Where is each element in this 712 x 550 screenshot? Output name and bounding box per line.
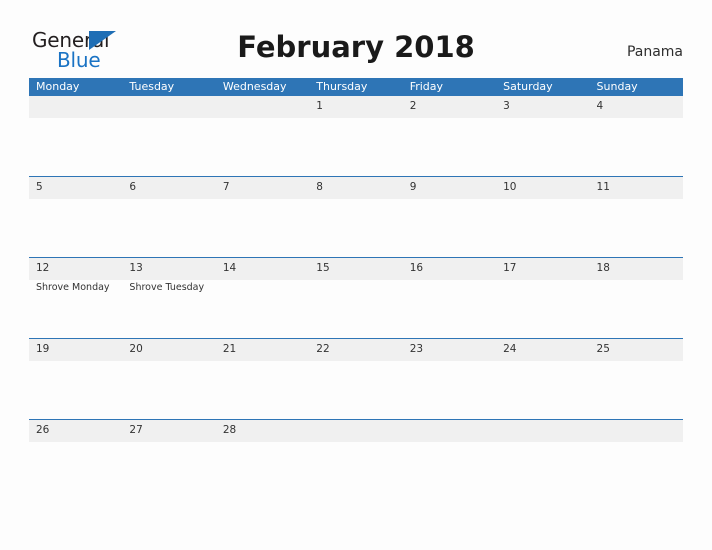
day-cell[interactable]: 4	[589, 96, 683, 176]
calendar-page: General Blue February 2018 Panama Monday…	[0, 0, 712, 550]
day-number: 10	[503, 181, 517, 193]
day-band	[309, 420, 403, 442]
page-title: February 2018	[237, 30, 475, 64]
day-number: 9	[409, 181, 417, 193]
day-band	[496, 420, 590, 442]
country-label: Panama	[626, 44, 683, 60]
day-cell[interactable]: 11	[589, 177, 683, 257]
day-cell[interactable]: 10	[496, 177, 590, 257]
weekday-header-tuesday: Tuesday	[129, 80, 175, 93]
day-number: 20	[129, 343, 143, 355]
day-number: 13	[129, 262, 143, 274]
day-number: 28	[222, 424, 237, 436]
day-cell[interactable]: 9	[402, 177, 497, 257]
day-cell[interactable]	[402, 420, 497, 442]
day-band	[29, 96, 123, 118]
day-number: 27	[129, 424, 143, 436]
calendar-week-row: 12 Shrove Monday 13 Shrove Tuesday 14 15 1…	[29, 257, 683, 338]
day-number: 24	[503, 343, 517, 355]
calendar-week-row: 19 20 21 22 23 24 25	[29, 338, 683, 419]
day-number: 23	[409, 343, 424, 355]
day-cell[interactable]: 12 Shrove Monday	[29, 258, 123, 338]
day-number: 7	[222, 181, 230, 193]
day-number: 21	[222, 343, 237, 355]
day-number: 3	[503, 100, 510, 112]
day-cell[interactable]: 22	[309, 339, 403, 419]
day-cell[interactable]: 16	[402, 258, 497, 338]
weekday-header-sunday: Sunday	[596, 80, 638, 93]
day-number: 25	[596, 343, 610, 355]
day-cell[interactable]: 27	[122, 420, 216, 442]
day-number: 8	[316, 181, 323, 193]
day-cell[interactable]: 2	[402, 96, 497, 176]
weekday-header-thursday: Thursday	[316, 80, 368, 93]
day-cell[interactable]: 13 Shrove Tuesday	[122, 258, 216, 338]
page-header: General Blue February 2018 Panama	[0, 0, 712, 78]
day-cell[interactable]: 5	[29, 177, 123, 257]
day-number: 4	[596, 100, 604, 112]
day-cell[interactable]: 8	[309, 177, 403, 257]
day-cell[interactable]: 23	[402, 339, 497, 419]
day-number: 16	[409, 262, 424, 274]
day-cell[interactable]: 15	[309, 258, 403, 338]
calendar-week-row: 26 27 28	[29, 419, 683, 442]
day-band	[589, 420, 683, 442]
weekday-header-row: Monday Tuesday Wednesday Thursday Friday…	[29, 78, 683, 96]
day-cell[interactable]: 1	[309, 96, 403, 176]
day-number: 22	[316, 343, 330, 355]
day-number: 17	[503, 262, 517, 274]
day-cell[interactable]: 25	[589, 339, 683, 419]
day-cell[interactable]: 21	[215, 339, 310, 419]
day-number: 14	[222, 262, 237, 274]
day-cell[interactable]	[29, 96, 123, 176]
day-cell[interactable]	[309, 420, 403, 442]
day-number: 11	[596, 181, 610, 193]
day-cell[interactable]	[122, 96, 216, 176]
day-band	[402, 420, 497, 442]
day-number: 12	[36, 262, 50, 274]
day-band	[122, 96, 216, 118]
day-cell[interactable]: 14	[215, 258, 310, 338]
day-band	[215, 96, 310, 118]
calendar-grid: Monday Tuesday Wednesday Thursday Friday…	[29, 78, 683, 442]
day-cell[interactable]: 3	[496, 96, 590, 176]
day-cell[interactable]: 6	[122, 177, 216, 257]
day-number: 18	[596, 262, 610, 274]
day-number: 5	[36, 181, 43, 193]
day-cell[interactable]: 7	[215, 177, 310, 257]
day-number: 26	[36, 424, 50, 436]
day-number: 19	[36, 343, 50, 355]
day-cell[interactable]	[589, 420, 683, 442]
calendar-week-row: 1 2 3 4	[29, 96, 683, 176]
day-cell[interactable]	[215, 96, 310, 176]
day-cell[interactable]: 18	[589, 258, 683, 338]
day-number: 15	[316, 262, 330, 274]
day-cell[interactable]: 20	[122, 339, 216, 419]
day-cell[interactable]	[496, 420, 590, 442]
day-cell[interactable]: 17	[496, 258, 590, 338]
day-cell[interactable]: 24	[496, 339, 590, 419]
day-cell[interactable]: 28	[215, 420, 310, 442]
weekday-header-saturday: Saturday	[503, 80, 553, 93]
weekday-header-wednesday: Wednesday	[222, 80, 287, 93]
calendar-week-row: 5 6 7 8 9 10 11	[29, 176, 683, 257]
day-cell[interactable]: 26	[29, 420, 123, 442]
day-number: 1	[316, 100, 323, 112]
day-cell[interactable]: 19	[29, 339, 123, 419]
day-number: 6	[129, 181, 137, 193]
weekday-header-friday: Friday	[409, 80, 444, 93]
weekday-header-monday: Monday	[36, 80, 80, 93]
day-event: Shrove Monday	[36, 282, 110, 293]
day-number: 2	[409, 100, 417, 112]
day-event: Shrove Tuesday	[129, 282, 205, 293]
